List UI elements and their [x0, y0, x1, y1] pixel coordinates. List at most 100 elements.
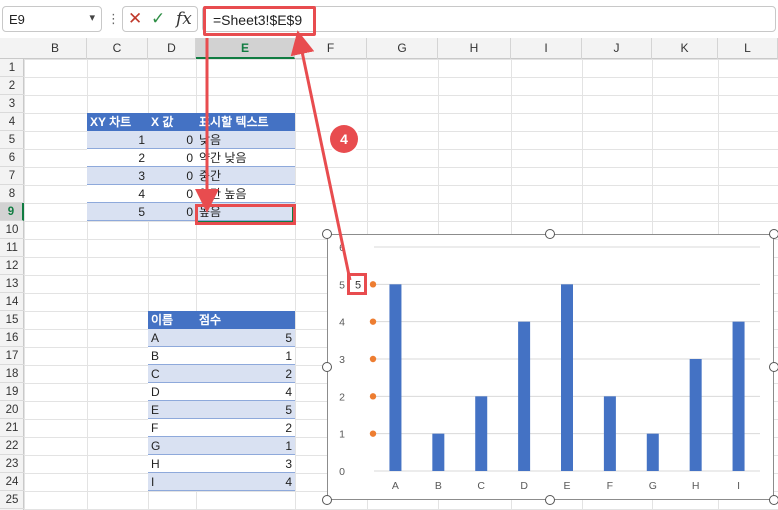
row-header-20[interactable]: 20: [0, 401, 24, 419]
name-box-value: E9: [9, 12, 25, 27]
score-table-cell[interactable]: F: [148, 419, 196, 437]
bar-i: [732, 321, 745, 471]
xy-marker: [369, 430, 377, 437]
xy-table-header[interactable]: 표시할 텍스트: [196, 113, 295, 131]
row-header-2[interactable]: 2: [0, 77, 24, 95]
xy-table-cell[interactable]: 5: [87, 203, 148, 221]
row-header-3[interactable]: 3: [0, 95, 24, 113]
xy-table-cell[interactable]: 약간 높음: [196, 185, 295, 203]
xy-table-header[interactable]: XY 차트: [87, 113, 148, 131]
row-header-12[interactable]: 12: [0, 257, 24, 275]
score-table-cell[interactable]: 2: [196, 365, 295, 383]
bar-f: [603, 396, 616, 471]
score-table-header[interactable]: 점수: [196, 311, 295, 329]
row-header-23[interactable]: 23: [0, 455, 24, 473]
xy-table-cell[interactable]: 0: [148, 167, 196, 185]
column-header-e[interactable]: E: [196, 38, 295, 59]
row-header-22[interactable]: 22: [0, 437, 24, 455]
resize-handle[interactable]: [322, 362, 332, 372]
xy-marker: [369, 318, 377, 325]
score-table-cell[interactable]: 5: [196, 401, 295, 419]
row-header-4[interactable]: 4: [0, 113, 24, 131]
xy-table-cell[interactable]: 2: [87, 149, 148, 167]
xy-marker: [369, 355, 377, 363]
cancel-icon[interactable]: ✕: [128, 9, 142, 29]
column-header-b[interactable]: B: [24, 38, 87, 59]
score-table-cell[interactable]: C: [148, 365, 196, 383]
row-header-10[interactable]: 10: [0, 221, 24, 239]
column-header-l[interactable]: L: [718, 38, 778, 59]
row-header-15[interactable]: 15: [0, 311, 24, 329]
resize-handle[interactable]: [545, 495, 555, 505]
score-table-cell[interactable]: 1: [196, 437, 295, 455]
score-table-cell[interactable]: 1: [196, 347, 295, 365]
resize-handle[interactable]: [322, 495, 332, 505]
xy-table-cell[interactable]: 1: [87, 131, 148, 149]
row-header-1[interactable]: 1: [0, 59, 24, 77]
resize-handle[interactable]: [769, 362, 778, 372]
resize-handle[interactable]: [769, 495, 778, 505]
column-header-f[interactable]: F: [295, 38, 367, 59]
row-header-17[interactable]: 17: [0, 347, 24, 365]
resize-handle[interactable]: [322, 229, 332, 239]
xy-table-cell[interactable]: 0: [148, 203, 196, 221]
column-header-j[interactable]: J: [582, 38, 652, 59]
resize-handle[interactable]: [545, 229, 555, 239]
column-header-g[interactable]: G: [367, 38, 438, 59]
chart-area[interactable]: 0123456ABCDEFGHI5: [327, 234, 774, 500]
xy-table-cell[interactable]: 낮음: [196, 131, 295, 149]
score-table-cell[interactable]: 3: [196, 455, 295, 473]
xy-table-header[interactable]: X 값: [148, 113, 196, 131]
row-header-18[interactable]: 18: [0, 365, 24, 383]
score-table-cell[interactable]: I: [148, 473, 196, 491]
row-header-6[interactable]: 6: [0, 149, 24, 167]
score-table-cell[interactable]: 2: [196, 419, 295, 437]
row-header-19[interactable]: 19: [0, 383, 24, 401]
row-header-14[interactable]: 14: [0, 293, 24, 311]
score-table-cell[interactable]: 5: [196, 329, 295, 347]
score-table-cell[interactable]: A: [148, 329, 196, 347]
column-header-i[interactable]: I: [511, 38, 582, 59]
score-table-cell[interactable]: D: [148, 383, 196, 401]
column-header-d[interactable]: D: [148, 38, 196, 59]
chevron-down-icon[interactable]: ▾: [89, 11, 95, 24]
column-header-k[interactable]: K: [652, 38, 718, 59]
xy-table-cell[interactable]: 중간: [196, 167, 295, 185]
row-header-11[interactable]: 11: [0, 239, 24, 257]
row-header-8[interactable]: 8: [0, 185, 24, 203]
bar-g: [646, 433, 659, 471]
xy-table-cell[interactable]: 0: [148, 149, 196, 167]
bar-e: [561, 284, 573, 471]
score-table-header[interactable]: 이름: [148, 311, 196, 329]
row-header-7[interactable]: 7: [0, 167, 24, 185]
row-header-21[interactable]: 21: [0, 419, 24, 437]
row-header-25[interactable]: 25: [0, 491, 24, 509]
xy-table-cell[interactable]: 4: [87, 185, 148, 203]
name-box[interactable]: E9 ▾: [2, 6, 102, 32]
row-header-9[interactable]: 9: [0, 203, 24, 221]
score-table-cell[interactable]: H: [148, 455, 196, 473]
column-header-h[interactable]: H: [438, 38, 511, 59]
score-table-cell[interactable]: B: [148, 347, 196, 365]
xy-table-cell[interactable]: 약간 낮음: [196, 149, 295, 167]
row-header-24[interactable]: 24: [0, 473, 24, 491]
enter-icon[interactable]: ✓: [151, 9, 165, 29]
score-table-cell[interactable]: G: [148, 437, 196, 455]
xy-table-cell[interactable]: 0: [148, 131, 196, 149]
resize-handle[interactable]: [769, 229, 778, 239]
row-header-5[interactable]: 5: [0, 131, 24, 149]
insert-function-icon[interactable]: fx: [176, 9, 192, 29]
score-table-cell[interactable]: E: [148, 401, 196, 419]
row-header-16[interactable]: 16: [0, 329, 24, 347]
score-table-cell[interactable]: 4: [196, 383, 295, 401]
xy-table-cell[interactable]: 0: [148, 185, 196, 203]
more-options-icon[interactable]: ⋮: [107, 11, 120, 27]
score-table-cell[interactable]: 4: [196, 473, 295, 491]
column-header-c[interactable]: C: [87, 38, 148, 59]
xy-marker: [369, 281, 377, 288]
row-header-13[interactable]: 13: [0, 275, 24, 293]
x-tick-label: I: [737, 480, 740, 492]
bar-d: [518, 321, 531, 471]
formula-controls: ✕ ✓ fx: [122, 6, 198, 32]
xy-table-cell[interactable]: 3: [87, 167, 148, 185]
